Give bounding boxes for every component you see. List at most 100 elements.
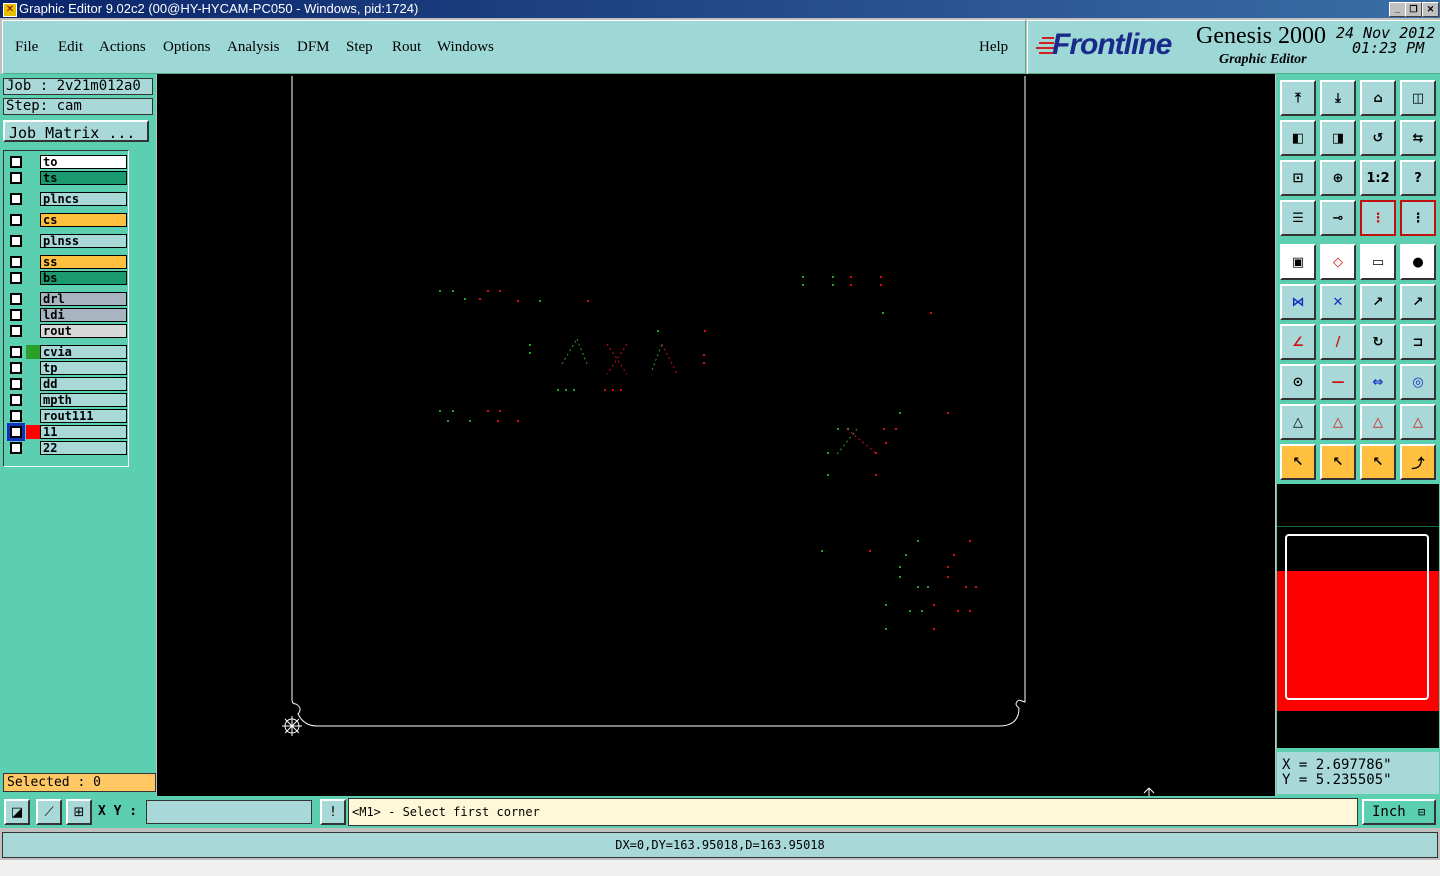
- layer-checkbox[interactable]: [10, 235, 22, 247]
- menu-options[interactable]: Options: [163, 39, 211, 56]
- layer-row-cs[interactable]: cs: [6, 213, 127, 227]
- layer-row-mpth[interactable]: mpth: [6, 393, 127, 407]
- angle-icon[interactable]: ∠: [1280, 324, 1316, 360]
- layer-row-to[interactable]: to: [6, 155, 127, 169]
- menu-help[interactable]: Help: [979, 39, 1008, 56]
- layer-checkbox[interactable]: [7, 423, 25, 441]
- layer-name[interactable]: drl: [40, 292, 127, 306]
- menu-dfm[interactable]: DFM: [297, 39, 330, 56]
- arrow-point-icon[interactable]: ↗: [1400, 284, 1436, 320]
- layers-blue-icon[interactable]: ⋮: [1400, 200, 1436, 236]
- menu-edit[interactable]: Edit: [58, 39, 83, 56]
- measure-gap-icon[interactable]: ⇔: [1360, 364, 1396, 400]
- layer-name[interactable]: rout: [40, 324, 127, 338]
- home-icon[interactable]: ⌂: [1360, 80, 1396, 116]
- layer-row-ss[interactable]: ss: [6, 255, 127, 269]
- cross-icon[interactable]: ✕: [1320, 284, 1356, 320]
- triangle-line-icon[interactable]: △: [1320, 404, 1356, 440]
- layer-name[interactable]: cs: [40, 213, 127, 227]
- layer-row-plncs[interactable]: plncs: [6, 192, 127, 206]
- layer-row-ldi[interactable]: ldi: [6, 308, 127, 322]
- xy-input[interactable]: [146, 800, 312, 824]
- layer-checkbox[interactable]: [10, 410, 22, 422]
- save-icon[interactable]: ⤓: [1320, 80, 1356, 116]
- pointer-select-icon[interactable]: ↖: [1320, 444, 1356, 480]
- swap-icon[interactable]: ⇆: [1400, 120, 1436, 156]
- previous-icon[interactable]: ◧: [1280, 120, 1316, 156]
- arc-icon[interactable]: ↻: [1360, 324, 1396, 360]
- layer-row-tp[interactable]: tp: [6, 361, 127, 375]
- layer-checkbox[interactable]: [10, 346, 22, 358]
- layer-name[interactable]: rout111: [40, 409, 127, 423]
- layer-name[interactable]: tp: [40, 361, 127, 375]
- layer-checkbox[interactable]: [10, 172, 22, 184]
- triangle-cross-icon[interactable]: △: [1400, 404, 1436, 440]
- move-icon[interactable]: ⊙: [1280, 364, 1316, 400]
- zoom-home-icon[interactable]: ⊕: [1320, 160, 1356, 196]
- next-icon[interactable]: ◨: [1320, 120, 1356, 156]
- layer-row-plnss[interactable]: plnss: [6, 234, 127, 248]
- line-point-icon[interactable]: ↗: [1360, 284, 1396, 320]
- snap-icon[interactable]: ⊸: [1320, 200, 1356, 236]
- layer-row-ts[interactable]: ts: [6, 171, 127, 185]
- layer-checkbox[interactable]: [10, 394, 22, 406]
- layer-checkbox[interactable]: [10, 293, 22, 305]
- layer-checkbox[interactable]: [10, 442, 22, 454]
- graphic-canvas[interactable]: [157, 74, 1275, 796]
- layer-row-rout[interactable]: rout: [6, 324, 127, 338]
- layer-row-11[interactable]: 11: [6, 423, 127, 441]
- alert-icon[interactable]: !: [320, 799, 346, 825]
- triangle-icon[interactable]: △: [1280, 404, 1316, 440]
- layer-checkbox[interactable]: [10, 309, 22, 321]
- layer-name[interactable]: bs: [40, 271, 127, 285]
- layer-name[interactable]: 11: [40, 425, 127, 439]
- route-icon[interactable]: ⤴: [1400, 444, 1436, 480]
- pointer-icon[interactable]: ↖: [1280, 444, 1316, 480]
- menu-rout[interactable]: Rout: [392, 39, 421, 56]
- layer-checkbox[interactable]: [10, 214, 22, 226]
- window-icon[interactable]: ◫: [1400, 80, 1436, 116]
- rotate-icon[interactable]: ↺: [1360, 120, 1396, 156]
- grid-icon[interactable]: ⊞: [66, 799, 92, 825]
- minimize-button[interactable]: _: [1389, 2, 1406, 17]
- layer-row-cvia[interactable]: cvia: [6, 345, 127, 359]
- overview-panel[interactable]: [1277, 484, 1439, 748]
- snap-mode-icon[interactable]: ◪: [4, 799, 30, 825]
- layer-name[interactable]: 22: [40, 441, 127, 455]
- open-icon[interactable]: ⤒: [1280, 80, 1316, 116]
- layer-checkbox[interactable]: [10, 193, 22, 205]
- menu-step[interactable]: Step: [346, 39, 373, 56]
- layer-checkbox[interactable]: [10, 362, 22, 374]
- draw-icon[interactable]: ◇: [1320, 244, 1356, 280]
- layer-row-bs[interactable]: bs: [6, 271, 127, 285]
- close-button[interactable]: ✕: [1422, 2, 1439, 17]
- layer-name[interactable]: ts: [40, 171, 127, 185]
- help-icon[interactable]: ?: [1400, 160, 1436, 196]
- pointer-box-icon[interactable]: ↖: [1360, 444, 1396, 480]
- slash-icon[interactable]: /: [1320, 324, 1356, 360]
- shapes-icon[interactable]: ◎: [1400, 364, 1436, 400]
- layer-row-22[interactable]: 22: [6, 441, 127, 455]
- menu-analysis[interactable]: Analysis: [227, 39, 280, 56]
- layer-row-rout111[interactable]: rout111: [6, 409, 127, 423]
- ruler-icon[interactable]: ▭: [1360, 244, 1396, 280]
- layer-checkbox[interactable]: [10, 256, 22, 268]
- split-icon[interactable]: ⊐: [1400, 324, 1436, 360]
- layer-checkbox[interactable]: [10, 272, 22, 284]
- pad-icon[interactable]: ●: [1400, 244, 1436, 280]
- layer-name[interactable]: plncs: [40, 192, 127, 206]
- measure-icon[interactable]: ⟋: [36, 799, 62, 825]
- layer-name[interactable]: ss: [40, 255, 127, 269]
- layer-name[interactable]: to: [40, 155, 127, 169]
- layer-name[interactable]: plnss: [40, 234, 127, 248]
- layer-checkbox[interactable]: [10, 325, 22, 337]
- minus-icon[interactable]: —: [1320, 364, 1356, 400]
- layers-red-icon[interactable]: ⋮: [1360, 200, 1396, 236]
- layer-checkbox[interactable]: [10, 378, 22, 390]
- menu-actions[interactable]: Actions: [99, 39, 146, 56]
- settings-icon[interactable]: ☰: [1280, 200, 1316, 236]
- layer-name[interactable]: ldi: [40, 308, 127, 322]
- zoom-fit-icon[interactable]: ⊡: [1280, 160, 1316, 196]
- scale-icon[interactable]: 1:2: [1360, 160, 1396, 196]
- layer-name[interactable]: dd: [40, 377, 127, 391]
